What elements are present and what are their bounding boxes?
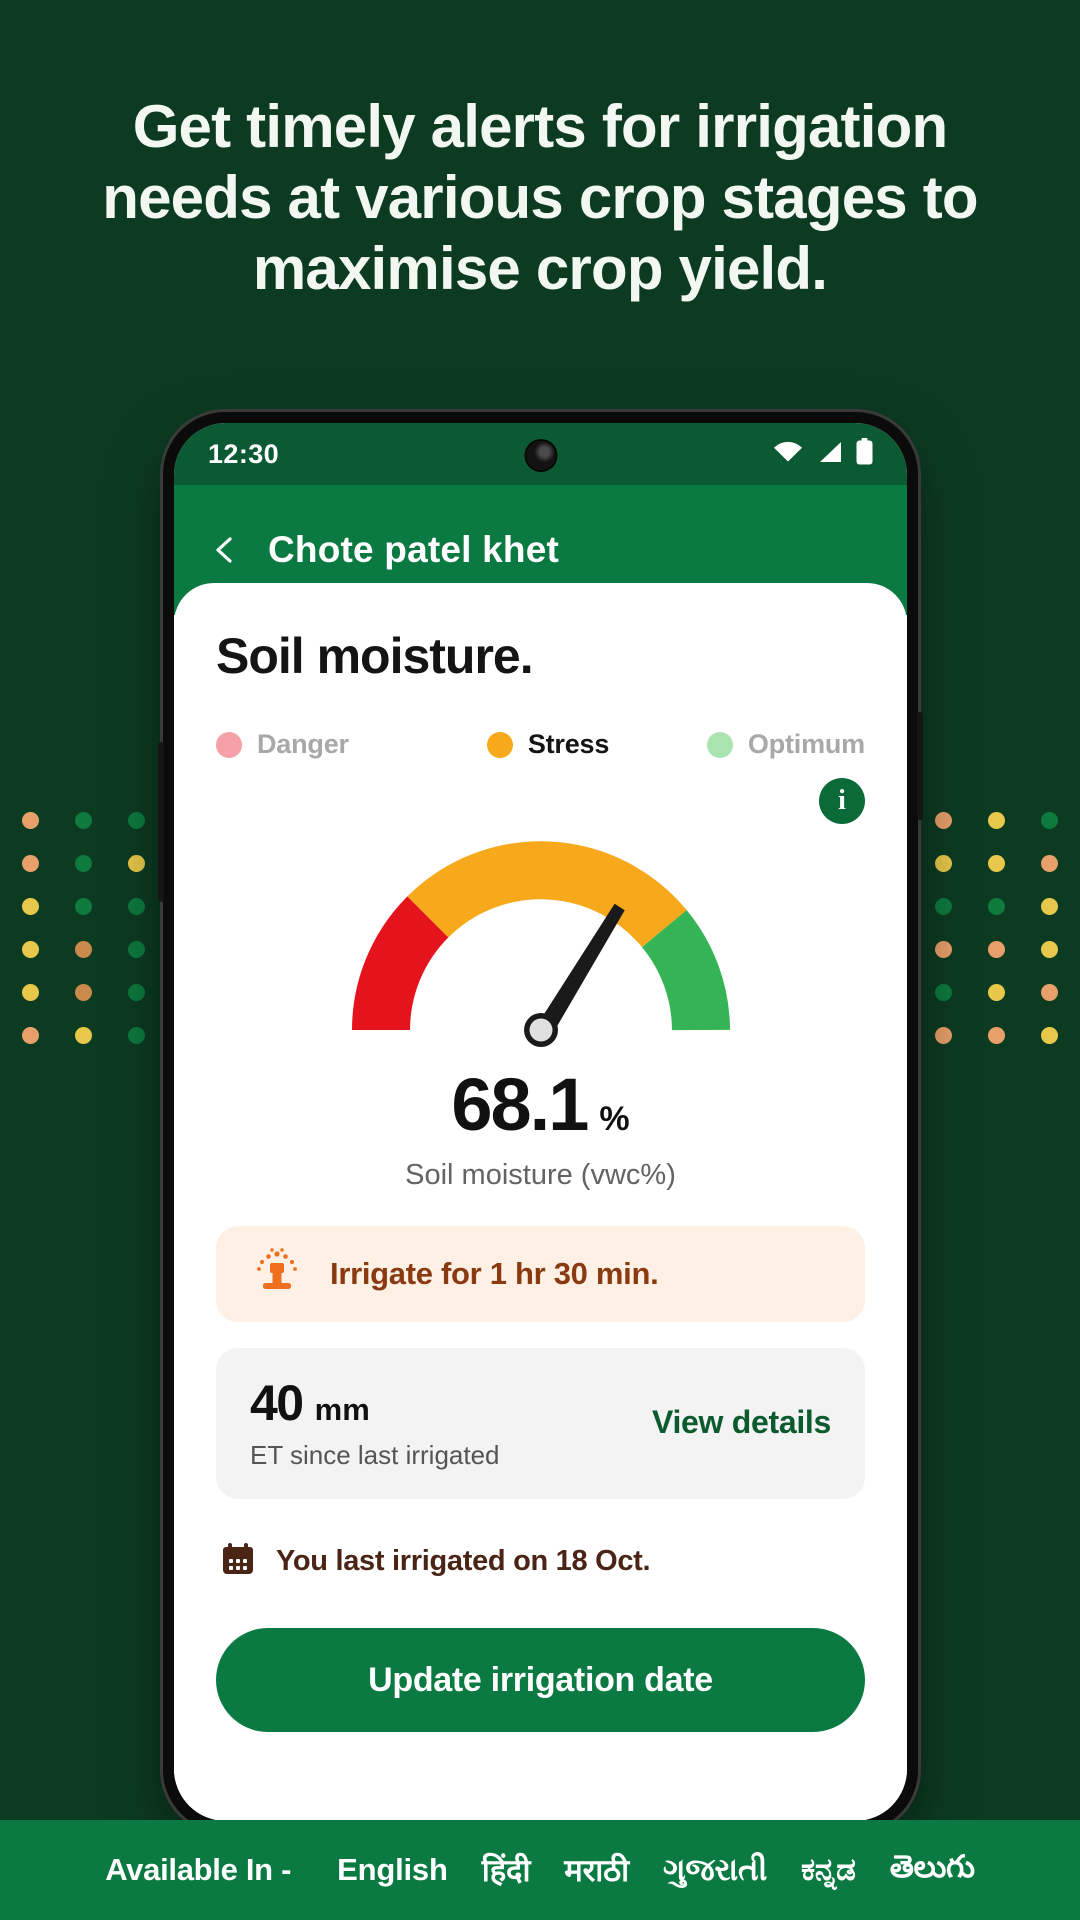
decor-dot xyxy=(22,941,39,958)
language-bar-label: Available In - xyxy=(105,1852,292,1887)
decor-dot xyxy=(75,1027,92,1044)
gauge-hub-inner xyxy=(529,1018,552,1042)
decor-dot xyxy=(935,984,952,1001)
decor-dot xyxy=(935,855,952,872)
soil-moisture-value: 68.1 xyxy=(451,1063,589,1146)
back-chevron-icon[interactable] xyxy=(210,535,240,565)
decor-dot xyxy=(128,898,145,915)
soil-moisture-gauge xyxy=(216,818,865,1068)
decor-dot xyxy=(128,855,145,872)
status-icons xyxy=(773,438,873,470)
signal-icon xyxy=(816,440,843,469)
legend-dot-danger xyxy=(216,731,242,758)
legend-label-danger: Danger xyxy=(257,729,349,759)
et-unit: mm xyxy=(314,1392,370,1427)
language-option-telugu[interactable]: తెలుగు xyxy=(890,1849,975,1892)
irrigate-text: Irrigate for 1 hr 30 min. xyxy=(330,1256,659,1291)
decor-dot xyxy=(1041,984,1058,1001)
update-irrigation-date-button[interactable]: Update irrigation date xyxy=(216,1628,865,1732)
phone-screen: 12:30 Chote patel khet Soil moisture. Da… xyxy=(174,423,907,1821)
decor-dot xyxy=(22,855,39,872)
decor-dot xyxy=(935,941,952,958)
content-sheet: Soil moisture. Danger Stress Optimum i 6… xyxy=(174,583,907,1821)
decor-dot xyxy=(75,812,92,829)
language-option-marathi[interactable]: मराठी xyxy=(564,1849,629,1891)
et-left: 40 mm ET since last irrigated xyxy=(250,1374,500,1471)
last-irrigated-row: You last irrigated on 18 Oct. xyxy=(216,1541,865,1582)
legend-item-optimum[interactable]: Optimum xyxy=(706,729,865,760)
decor-dot xyxy=(935,1027,952,1044)
decor-dot xyxy=(128,1027,145,1044)
sprinkler-icon xyxy=(250,1245,304,1304)
calendar-icon xyxy=(220,1541,256,1582)
legend-label-optimum: Optimum xyxy=(747,729,865,759)
language-option-gujarati[interactable]: ગુજરાતી xyxy=(663,1852,767,1889)
gauge-band-optimum xyxy=(640,910,730,1031)
decor-dot xyxy=(128,812,145,829)
gauge-legend: Danger Stress Optimum xyxy=(216,729,865,760)
decor-dot xyxy=(1041,812,1058,829)
et-caption: ET since last irrigated xyxy=(250,1440,500,1470)
decor-dot xyxy=(128,984,145,1001)
last-irrigated-text: You last irrigated on 18 Oct. xyxy=(276,1545,651,1577)
soil-moisture-value-row: 68.1 % xyxy=(216,1062,865,1147)
decor-dot xyxy=(1041,898,1058,915)
gauge-band-stress xyxy=(406,841,687,948)
page-title: Chote patel khet xyxy=(268,529,560,570)
decor-dot xyxy=(22,812,39,829)
decor-dot xyxy=(1041,941,1058,958)
language-option-hindi[interactable]: हिंदी xyxy=(482,1849,531,1891)
decor-dot xyxy=(22,898,39,915)
legend-item-danger[interactable]: Danger xyxy=(216,729,349,760)
gauge-svg xyxy=(351,841,730,1047)
decor-dot xyxy=(75,898,92,915)
decor-dot xyxy=(988,984,1005,1001)
legend-label-stress: Stress xyxy=(527,729,610,759)
decor-dot xyxy=(75,855,92,872)
front-camera-punchhole xyxy=(526,441,555,470)
et-value: 40 xyxy=(250,1375,304,1431)
battery-icon xyxy=(856,438,873,470)
soil-moisture-caption: Soil moisture (vwc%) xyxy=(405,1159,676,1191)
decor-dot xyxy=(75,941,92,958)
et-value-row: 40 mm xyxy=(250,1374,500,1432)
decor-dot xyxy=(988,898,1005,915)
decor-dot xyxy=(1041,1027,1058,1044)
phone-mockup: 12:30 Chote patel khet Soil moisture. Da… xyxy=(158,412,923,1832)
language-option-kannada[interactable]: ಕನ್ನಡ xyxy=(801,1852,856,1889)
decorative-dot-grid-left xyxy=(22,812,145,1044)
et-panel: 40 mm ET since last irrigated View detai… xyxy=(216,1348,865,1499)
decor-dot xyxy=(75,984,92,1001)
irrigate-banner[interactable]: Irrigate for 1 hr 30 min. xyxy=(216,1226,865,1322)
decor-dot xyxy=(128,941,145,958)
gauge-band-danger xyxy=(351,896,449,1031)
decorative-dot-grid-right xyxy=(935,812,1058,1044)
status-time: 12:30 xyxy=(208,438,280,469)
legend-item-stress[interactable]: Stress xyxy=(486,729,610,760)
decor-dot xyxy=(935,812,952,829)
decor-dot xyxy=(22,1027,39,1044)
view-details-link[interactable]: View details xyxy=(652,1404,831,1441)
decor-dot xyxy=(988,941,1005,958)
decor-dot xyxy=(988,812,1005,829)
soil-moisture-unit: % xyxy=(599,1100,630,1138)
promo-headline: Get timely alerts for irrigation needs a… xyxy=(102,93,978,302)
language-bar: Available In - English हिंदी मराठी ગુજરા… xyxy=(0,1820,1080,1920)
status-bar: 12:30 xyxy=(174,423,907,485)
language-option-english[interactable]: English xyxy=(337,1852,448,1888)
decor-dot xyxy=(988,1027,1005,1044)
card-title: Soil moisture. xyxy=(216,628,534,684)
wifi-icon xyxy=(773,440,803,469)
decor-dot xyxy=(1041,855,1058,872)
legend-dot-stress xyxy=(486,731,513,758)
decor-dot xyxy=(22,984,39,1001)
decor-dot xyxy=(988,855,1005,872)
decor-dot xyxy=(935,898,952,915)
legend-dot-optimum xyxy=(706,731,733,758)
